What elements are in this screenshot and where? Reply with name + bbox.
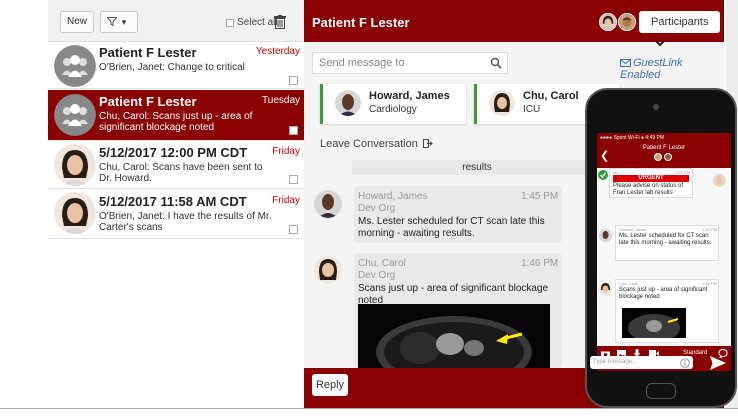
bottom-divider [0,408,738,419]
list-toolbar: New ▾ Select all [48,0,304,42]
filter-button[interactable]: ▾ [100,11,138,33]
checkbox-box [226,18,234,27]
participant-avatar [335,90,361,116]
participant-name: Howard, James [369,90,450,102]
participant-name: Chu, Carol [523,90,579,102]
participant-avatar[interactable] [618,13,636,31]
phone-time: 1:45 PM [702,227,717,232]
conversation-snippet: Chu, Carol: Scans just up - area of sign… [99,111,253,133]
select-all-label: Select all [237,17,278,28]
sender-org: Dev Org [358,203,396,214]
conversation-list-panel: New ▾ Select all Patient F Lester Yester… [48,0,304,409]
conversation-snippet: O'Brien, Janet: I have the results of Mr… [99,211,272,233]
conversation-date: Friday [272,195,300,206]
ct-scan-image[interactable] [358,304,550,374]
conversation-snippet: Chu, Carol: Scans have been sent to Dr. … [99,162,263,184]
conversation-checkbox[interactable] [289,126,298,135]
phone-title: Patient F Lester [642,145,686,151]
conversation-title: Patient F Lester [99,45,197,60]
conversation-checkbox[interactable] [289,225,298,234]
message-fragment: results [352,160,602,175]
phone-message: Me 1:42 PM URGENT Please advise on statu… [609,168,693,198]
sender-avatar [713,174,726,187]
send-to-search-input[interactable]: Send message to [312,52,508,74]
conversation-header: Patient F Lester Participants [304,0,724,47]
conversation-date: Yesterday [255,46,300,57]
participant-avatar[interactable] [599,13,617,31]
send-icon[interactable] [710,356,726,370]
phone-screen: ●●●● Sprint Wi-Fi ● 4:49 PM ❮ Patient F … [597,133,731,371]
sender-avatar [314,256,342,284]
info-icon[interactable] [680,358,690,368]
leave-conversation-label: Leave Conversation [320,138,418,150]
message-bubble: Chu, Carol Dev Org 1:46 PM Scans just up… [354,253,562,374]
conversation-title: Patient F Lester [99,94,197,109]
trash-icon[interactable] [274,15,286,29]
camera-icon [653,104,659,110]
guestlink-link[interactable]: GuestLink Enabled [620,57,724,81]
page-title: Patient F Lester [312,15,410,30]
envelope-icon [620,59,631,67]
sender-name: Howard, James [358,191,428,202]
filter-icon [106,17,118,27]
search-icon[interactable] [490,57,502,69]
phone-message: Howard, James 1:45 PM Ms. Lester schedul… [615,225,719,261]
participant-avatar [664,153,672,161]
group-avatar [54,94,96,136]
conversation-snippet: O'Brien, Janet: Change to critical [99,62,245,73]
phone-message-text: Ms. Lester scheduled for CT scan late th… [619,233,712,246]
select-all-checkbox[interactable]: Select all [226,17,278,28]
sender-org: Dev Org [358,270,396,281]
leave-conversation-button[interactable]: Leave Conversation [320,138,433,150]
new-button[interactable]: New [60,11,94,33]
urgent-badge: URGENT [613,175,689,182]
conversation-title: 5/12/2017 12:00 PM CDT [99,145,248,160]
participants-button[interactable]: Participants [639,11,720,47]
participant-dept: ICU [523,104,541,115]
phone-message-text: Scans just up - area of significant bloc… [619,287,708,300]
conversation-item[interactable]: 5/12/2017 12:00 PM CDT Friday Chu, Carol… [48,142,304,189]
phone-status-bar: ●●●● Sprint Wi-Fi ● 4:49 PM [597,133,731,144]
message-time: 1:46 PM [521,258,559,269]
conversation-item[interactable]: 5/12/2017 11:58 AM CDT Friday O'Brien, J… [48,190,304,239]
participants-label: Participants [651,16,709,28]
reply-button[interactable]: Reply [312,374,348,396]
phone-mockup: ●●●● Sprint Wi-Fi ● 4:49 PM ❮ Patient F … [585,88,737,408]
message-text: Ms. Lester scheduled for CT scan late th… [358,216,545,239]
phone-sender: Howard, James [619,227,647,232]
phone-header: ❮ Patient F Lester [597,144,731,168]
conversation-title: 5/12/2017 11:58 AM CDT [99,194,247,209]
sign-out-icon [422,139,433,148]
phone-message-text: Please advise on status of Fran Lester l… [613,183,684,196]
conversation-date: Friday [272,146,300,157]
phone-message: Chu, Carol 1:46 PM Scans just up - area … [615,279,719,343]
phone-sender: Chu, Carol [619,281,639,286]
home-button [646,383,676,399]
ct-scan-thumbnail[interactable] [622,308,686,338]
participant-card[interactable]: Howard, James Cardiology [320,84,466,124]
chevron-down-icon [655,40,665,47]
sender-avatar [599,282,612,295]
conversation-item-selected[interactable]: Patient F Lester Tuesday Chu, Carol: Sca… [48,90,304,141]
check-icon [598,170,608,180]
conversation-date: Tuesday [262,95,300,106]
phone-time: 1:46 PM [702,281,717,286]
participant-avatar [654,153,662,161]
contact-avatar [54,144,96,186]
conversation-checkbox[interactable] [289,175,298,184]
sender-name: Chu, Carol [358,258,406,269]
group-avatar [54,45,96,87]
contact-avatar [54,192,96,234]
participant-dept: Cardiology [369,104,417,115]
phone-message-input[interactable]: Type message... [590,356,693,369]
chevron-down-icon: ▾ [121,17,127,27]
sender-avatar [314,190,342,218]
message-time: 1:45 PM [521,191,559,202]
participant-avatar [489,90,515,116]
conversation-item[interactable]: Patient F Lester Yesterday O'Brien, Jane… [48,43,304,89]
conversation-checkbox[interactable] [289,76,298,85]
sender-avatar [599,229,612,242]
message-bubble: Howard, James Dev Org 1:45 PM Ms. Lester… [354,186,562,243]
